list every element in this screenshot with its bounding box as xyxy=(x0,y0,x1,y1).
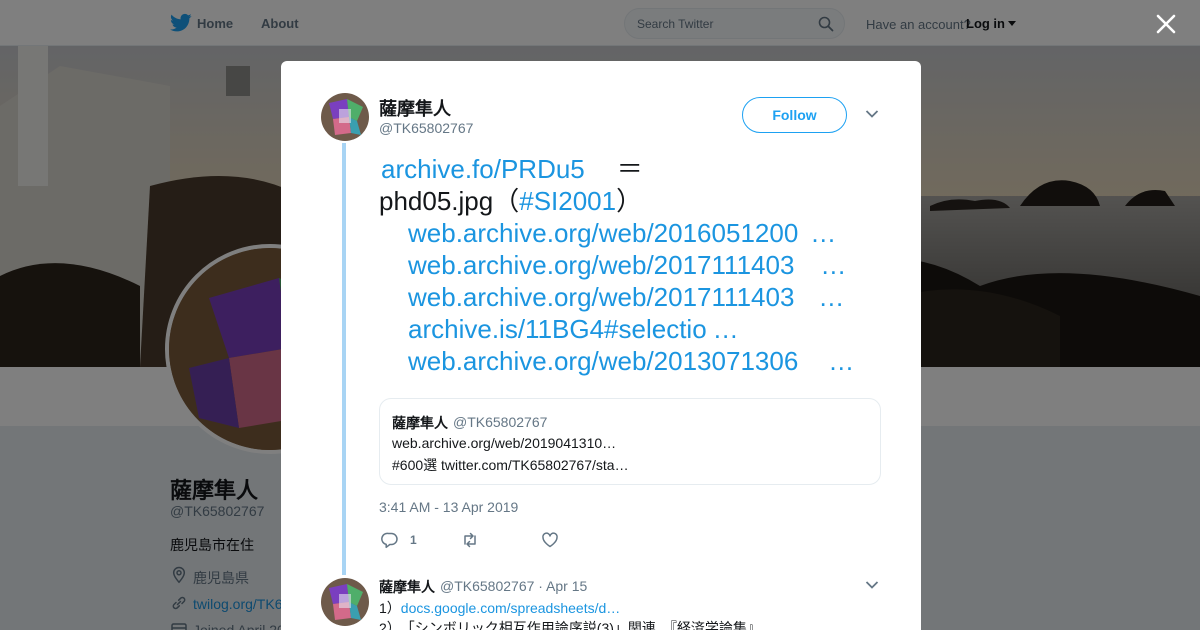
tweet-author-name[interactable]: 薩摩隼人 xyxy=(379,95,451,121)
tweet-line-7: web.archive.org/web/2013071306 … xyxy=(408,345,854,377)
follow-button[interactable]: Follow xyxy=(742,97,847,133)
tweet-link[interactable]: web.archive.org/web/2017111403 xyxy=(408,250,794,280)
reply-link[interactable]: docs.google.com/spreadsheets/d… xyxy=(401,600,620,616)
tweet-text-segment: ＝ xyxy=(616,154,643,184)
tweet-modal: 薩摩隼人 @TK65802767 Follow archive.fo/PRDu5… xyxy=(281,61,921,630)
reply-count: 1 xyxy=(410,533,417,547)
reply-icon[interactable] xyxy=(381,531,399,549)
reply-author-name[interactable]: 薩摩隼人 xyxy=(379,577,435,597)
tweet-author-handle[interactable]: @TK65802767 xyxy=(379,120,473,136)
tweet-link[interactable]: web.archive.org/web/2017111403 xyxy=(408,282,794,312)
tweet-link[interactable]: web.archive.org/web/2013071306 xyxy=(408,346,798,376)
tweet-line-1: archive.fo/PRDu5 ＝ xyxy=(381,153,643,185)
ellipsis: … xyxy=(818,282,845,312)
tweet-hashtag[interactable]: #SI2001 xyxy=(519,186,616,216)
thread-connector-line xyxy=(342,143,346,575)
reply-text-line: 1）docs.google.com/spreadsheets/d… xyxy=(379,598,620,618)
tweet-text-segment: ） xyxy=(616,186,643,216)
reply-author-handle-date[interactable]: @TK65802767 · Apr 15 xyxy=(440,578,587,594)
ellipsis: … xyxy=(810,218,837,248)
tweet-line-3: web.archive.org/web/2016051200 … xyxy=(408,217,836,249)
quoted-text-line: web.archive.org/web/2019041310… xyxy=(392,435,617,451)
reply-text-segment: 1） xyxy=(379,600,401,616)
chevron-down-icon[interactable] xyxy=(865,109,879,119)
avatar-image xyxy=(321,93,369,141)
tweet-text-segment: phd05.jpg（ xyxy=(379,186,520,216)
tweet-link[interactable]: archive.is/11BG4#selectio xyxy=(408,314,707,344)
tweet-timestamp[interactable]: 3:41 AM - 13 Apr 2019 xyxy=(379,499,518,515)
quoted-tweet[interactable]: 薩摩隼人 @TK65802767 web.archive.org/web/201… xyxy=(379,398,881,485)
tweet-line-6: archive.is/11BG4#selectio… xyxy=(408,313,739,345)
tweet-line-5: web.archive.org/web/2017111403 … xyxy=(408,281,844,313)
tweet-link[interactable]: archive.fo/PRDu5 xyxy=(381,154,585,184)
close-icon[interactable] xyxy=(1155,13,1177,35)
ellipsis: … xyxy=(820,250,847,280)
heart-icon[interactable] xyxy=(541,531,559,549)
avatar-image xyxy=(321,578,369,626)
quoted-text-line: #600選 twitter.com/TK65802767/sta… xyxy=(392,457,629,473)
chevron-down-icon[interactable] xyxy=(865,580,879,590)
retweet-icon[interactable] xyxy=(461,531,479,549)
reply-text-line: 2）、「シンボリック相互作用論序説(3)」関連、『経済学論集』 xyxy=(379,620,761,630)
tweet-link[interactable]: web.archive.org/web/2016051200 xyxy=(408,218,798,248)
ellipsis: … xyxy=(712,314,739,344)
ellipsis: … xyxy=(828,346,855,376)
quoted-author-name: 薩摩隼人 xyxy=(392,415,448,431)
quoted-author-handle: @TK65802767 xyxy=(453,414,548,430)
tweet-line-4: web.archive.org/web/2017111403 … xyxy=(408,249,846,281)
tweet-author-avatar[interactable] xyxy=(321,93,369,141)
reply-author-avatar[interactable] xyxy=(321,578,369,626)
tweet-line-2: phd05.jpg（#SI2001） xyxy=(379,185,642,217)
